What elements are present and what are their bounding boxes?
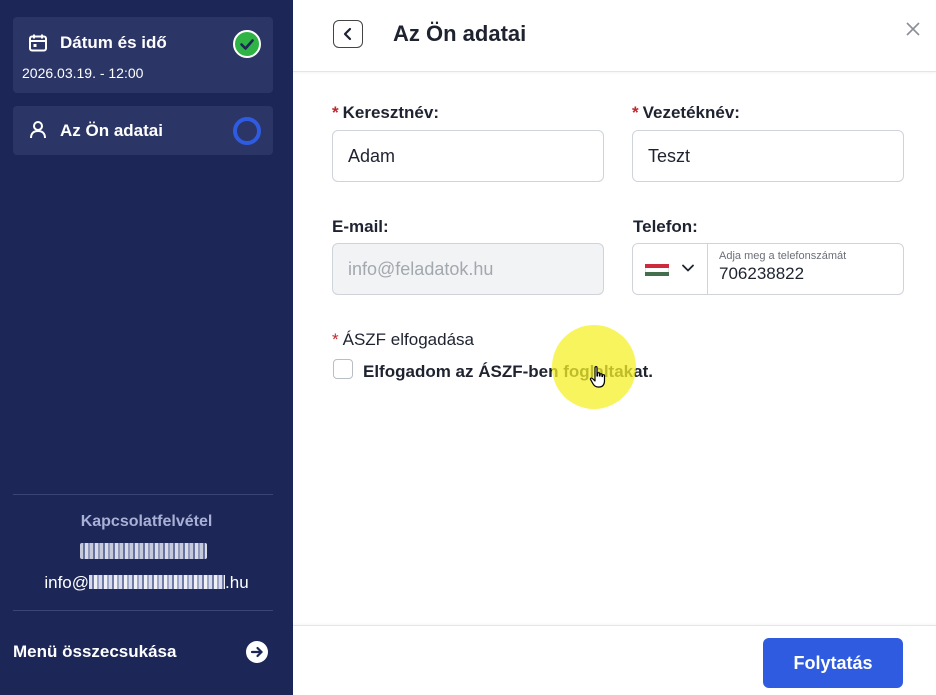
chevron-left-icon bbox=[343, 27, 352, 41]
email-placeholder: info@feladatok.hu bbox=[348, 259, 494, 279]
active-step-ring-icon bbox=[233, 117, 261, 145]
sidebar-divider bbox=[13, 494, 273, 495]
first-name-label-text: Keresztnév: bbox=[342, 103, 439, 122]
panel-footer: Folytatás bbox=[293, 625, 936, 695]
close-icon[interactable] bbox=[906, 22, 920, 36]
sidebar-step-subtitle: 2026.03.19. - 12:00 bbox=[22, 65, 144, 81]
contact-name-redacted bbox=[80, 543, 207, 559]
terms-label: * ÁSZF elfogadása bbox=[332, 330, 474, 350]
terms-checkbox-label[interactable]: Elfogadom az ÁSZF-ben foglaltakat. bbox=[363, 362, 653, 382]
continue-button[interactable]: Folytatás bbox=[763, 638, 903, 688]
phone-value: 706238822 bbox=[719, 264, 805, 283]
last-name-input[interactable]: Teszt bbox=[632, 130, 904, 182]
back-button[interactable] bbox=[333, 20, 363, 48]
first-name-input[interactable]: Adam bbox=[332, 130, 604, 182]
contact-email-prefix: info@ bbox=[44, 573, 90, 592]
first-name-label: * Keresztnév: bbox=[332, 103, 439, 123]
email-label: E-mail: bbox=[332, 217, 389, 236]
required-marker: * bbox=[332, 103, 339, 122]
collapse-menu-button[interactable]: Menü összecsukása bbox=[13, 640, 273, 666]
terms-label-text: ÁSZF elfogadása bbox=[342, 330, 474, 349]
first-name-value: Adam bbox=[348, 146, 396, 166]
user-icon bbox=[30, 121, 46, 139]
phone-label: Telefon: bbox=[633, 217, 698, 236]
calendar-icon bbox=[29, 34, 47, 52]
sidebar-step-title: Dátum és idő bbox=[60, 33, 167, 52]
phone-floating-label: Adja meg a telefonszámát bbox=[719, 250, 847, 262]
chevron-down-icon bbox=[682, 264, 694, 272]
required-marker: * bbox=[632, 103, 639, 122]
sidebar: Dátum és idő 2026.03.19. - 12:00 Az Ön a… bbox=[0, 0, 293, 695]
last-name-label: * Vezetéknév: bbox=[632, 103, 740, 123]
last-name-value: Teszt bbox=[648, 146, 691, 166]
country-code-select[interactable] bbox=[633, 244, 708, 294]
sidebar-divider bbox=[13, 610, 273, 611]
flag-hu-icon bbox=[645, 264, 669, 276]
contact-email[interactable]: info@ .hu bbox=[0, 573, 293, 593]
sidebar-step-date-time[interactable]: Dátum és idő 2026.03.19. - 12:00 bbox=[13, 17, 273, 93]
sidebar-step-title: Az Ön adatai bbox=[60, 121, 163, 140]
contact-title: Kapcsolatfelvétel bbox=[80, 513, 213, 530]
required-marker: * bbox=[332, 330, 339, 349]
contact-email-suffix: .hu bbox=[225, 573, 249, 592]
email-input: info@feladatok.hu bbox=[332, 243, 604, 295]
phone-input[interactable]: Adja meg a telefonszámát 706238822 bbox=[632, 243, 904, 295]
arrow-right-circle-icon bbox=[246, 641, 268, 663]
panel-header: Az Ön adatai bbox=[293, 0, 936, 72]
terms-checkbox[interactable] bbox=[333, 359, 353, 379]
completed-check-icon bbox=[233, 30, 261, 58]
page-title: Az Ön adatai bbox=[393, 21, 527, 46]
contact-email-redacted bbox=[89, 575, 226, 589]
collapse-menu-label: Menü összecsukása bbox=[13, 642, 177, 661]
sidebar-step-your-details[interactable]: Az Ön adatai bbox=[13, 106, 273, 155]
last-name-label-text: Vezetéknév: bbox=[642, 103, 740, 122]
